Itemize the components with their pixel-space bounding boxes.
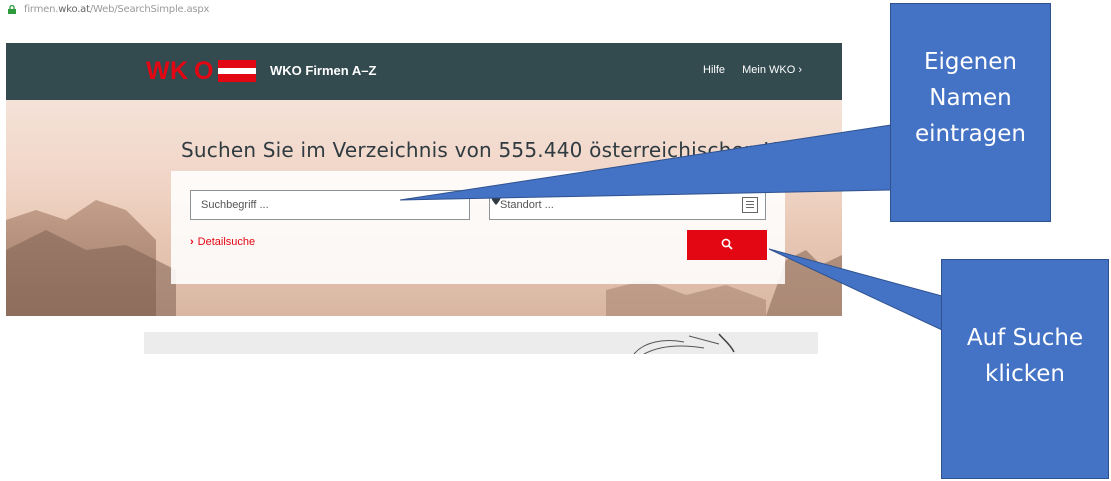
callout-enter-name: Eigenen Namen eintragen bbox=[890, 3, 1051, 222]
callout-click-search: Auf Suche klicken bbox=[941, 259, 1109, 479]
